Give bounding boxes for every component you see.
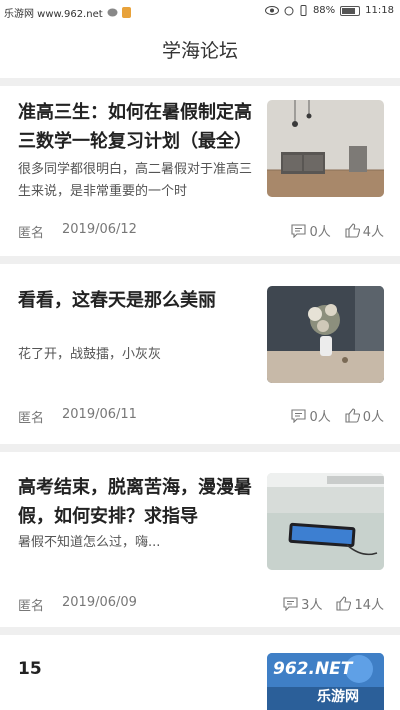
room-image xyxy=(267,100,384,197)
post-card[interactable]: 高考结束，脱离苦海，漫漫暑假，如何安排？求指导 暑假不知道怎么过，嗨... 匿名… xyxy=(0,452,400,627)
notification-icon xyxy=(121,7,131,18)
comment-count-text: 3人 xyxy=(301,598,323,613)
post-author: 匿名 xyxy=(18,226,45,241)
comment-count[interactable]: 0人 xyxy=(291,406,331,425)
post-thumbnail[interactable]: 962.NET 乐游网 xyxy=(267,653,384,710)
post-date: 2019/06/11 xyxy=(62,407,137,422)
comment-count[interactable]: 0人 xyxy=(291,221,331,240)
battery-icon xyxy=(340,5,361,16)
thumbs-up-icon xyxy=(345,408,360,423)
message-icon xyxy=(107,8,118,16)
comment-icon xyxy=(283,596,298,611)
comment-count-text: 0人 xyxy=(309,225,331,240)
post-author: 匿名 xyxy=(18,411,45,426)
post-summary: 花了开，战鼓擂，小灰灰 xyxy=(18,347,162,362)
post-thumbnail[interactable] xyxy=(267,473,384,570)
watermark-line1: 962.NET xyxy=(273,659,353,679)
watermark-line2: 乐游网 xyxy=(317,689,359,705)
post-date: 2019/06/09 xyxy=(62,595,137,610)
alarm-icon xyxy=(284,6,294,15)
like-count-text: 14人 xyxy=(354,598,384,613)
phone-image xyxy=(267,473,384,570)
like-count-text: 0人 xyxy=(362,410,384,425)
post-meta: 匿名 2019/06/12 xyxy=(18,222,137,241)
comment-count-text: 0人 xyxy=(309,410,331,425)
thumbs-up-icon xyxy=(345,223,360,238)
vibrate-icon xyxy=(300,5,307,16)
post-title[interactable]: 高考结束，脱离苦海，漫漫暑假，如何安排？求指导 xyxy=(18,473,258,531)
status-bar: 乐游网 www.962.net 88% 11:18 xyxy=(0,0,400,24)
comment-icon xyxy=(291,223,306,238)
battery-percent: 88% xyxy=(312,5,336,16)
post-title[interactable]: 看看，这春天是那么美丽 xyxy=(18,286,258,315)
watermark-text: 乐游网 www.962.net xyxy=(4,9,103,20)
post-date: 2019/06/12 xyxy=(62,222,137,237)
flower-image xyxy=(267,286,384,383)
post-meta: 匿名 2019/06/09 xyxy=(18,595,137,614)
post-card[interactable]: 准高三生：如何在暑假制定高三数学一轮复习计划（最全） 很多同学都很明白，高二暑假… xyxy=(0,86,400,256)
post-stats: 0人 0人 xyxy=(291,406,384,425)
page-title: 学海论坛 xyxy=(161,40,238,62)
post-title[interactable]: 准高三生：如何在暑假制定高三数学一轮复习计划（最全） xyxy=(18,98,258,156)
post-meta: 匿名 2019/06/11 xyxy=(18,407,137,426)
post-summary: 暑假不知道怎么过，嗨... xyxy=(18,535,161,550)
comment-icon xyxy=(291,408,306,423)
like-count-text: 4人 xyxy=(362,225,384,240)
like-count[interactable]: 0人 xyxy=(345,406,384,425)
post-card[interactable]: 看看，这春天是那么美丽 花了开，战鼓擂，小灰灰 匿名 2019/06/11 0人… xyxy=(0,264,400,444)
post-card[interactable]: 15 962.NET 乐游网 xyxy=(0,635,400,710)
post-title[interactable]: 15 xyxy=(18,659,42,679)
post-summary: 很多同学都很明白，高二暑假对于准高三生来说，是非常重要的一个时 xyxy=(18,162,253,199)
post-stats: 0人 4人 xyxy=(291,221,384,240)
comment-count[interactable]: 3人 xyxy=(283,594,322,613)
eye-icon xyxy=(264,6,279,15)
thumbs-up-icon xyxy=(336,596,352,611)
post-thumbnail[interactable] xyxy=(267,100,384,197)
like-count[interactable]: 14人 xyxy=(336,594,384,613)
post-author: 匿名 xyxy=(18,599,45,614)
post-thumbnail[interactable] xyxy=(267,286,384,383)
post-stats: 3人 14人 xyxy=(283,594,384,613)
like-count[interactable]: 4人 xyxy=(345,221,384,240)
clock: 11:18 xyxy=(365,5,394,16)
page-header: 学海论坛 xyxy=(0,24,400,78)
